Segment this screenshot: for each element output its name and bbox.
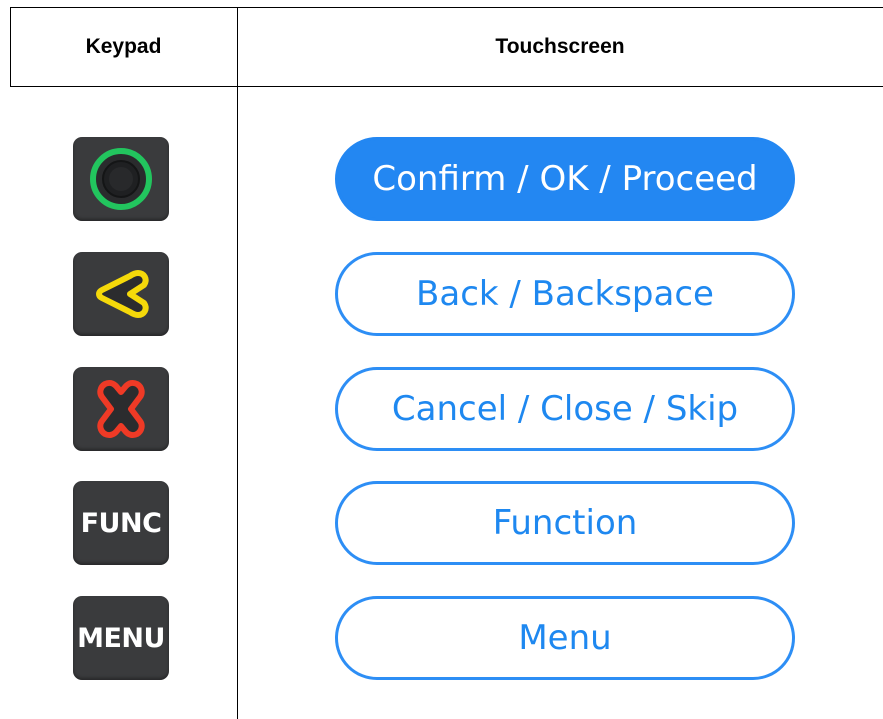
func-key-label: FUNC — [80, 507, 162, 539]
func-key: FUNC — [73, 481, 169, 565]
confirm-green-circle-icon — [90, 148, 152, 210]
cancel-button[interactable]: Cancel / Close / Skip — [335, 367, 795, 451]
confirm-button[interactable]: Confirm / OK / Proceed — [335, 137, 795, 221]
mapping-table: Keypad Touchscreen Confirm / OK / Procee… — [0, 0, 883, 719]
confirm-key — [73, 137, 169, 221]
cancel-key — [73, 367, 169, 451]
back-yellow-arrow-icon — [96, 270, 149, 318]
menu-button[interactable]: Menu — [335, 596, 795, 680]
cancel-red-x-icon — [97, 379, 145, 439]
header-divider — [10, 86, 883, 87]
menu-key: MENU — [73, 596, 169, 680]
menu-key-label: MENU — [77, 622, 165, 654]
header-touchscreen: Touchscreen — [495, 34, 625, 58]
header-keypad: Keypad — [85, 34, 162, 58]
function-button[interactable]: Function — [335, 481, 795, 565]
back-button[interactable]: Back / Backspace — [335, 252, 795, 336]
column-divider — [237, 7, 238, 719]
back-key — [73, 252, 169, 336]
